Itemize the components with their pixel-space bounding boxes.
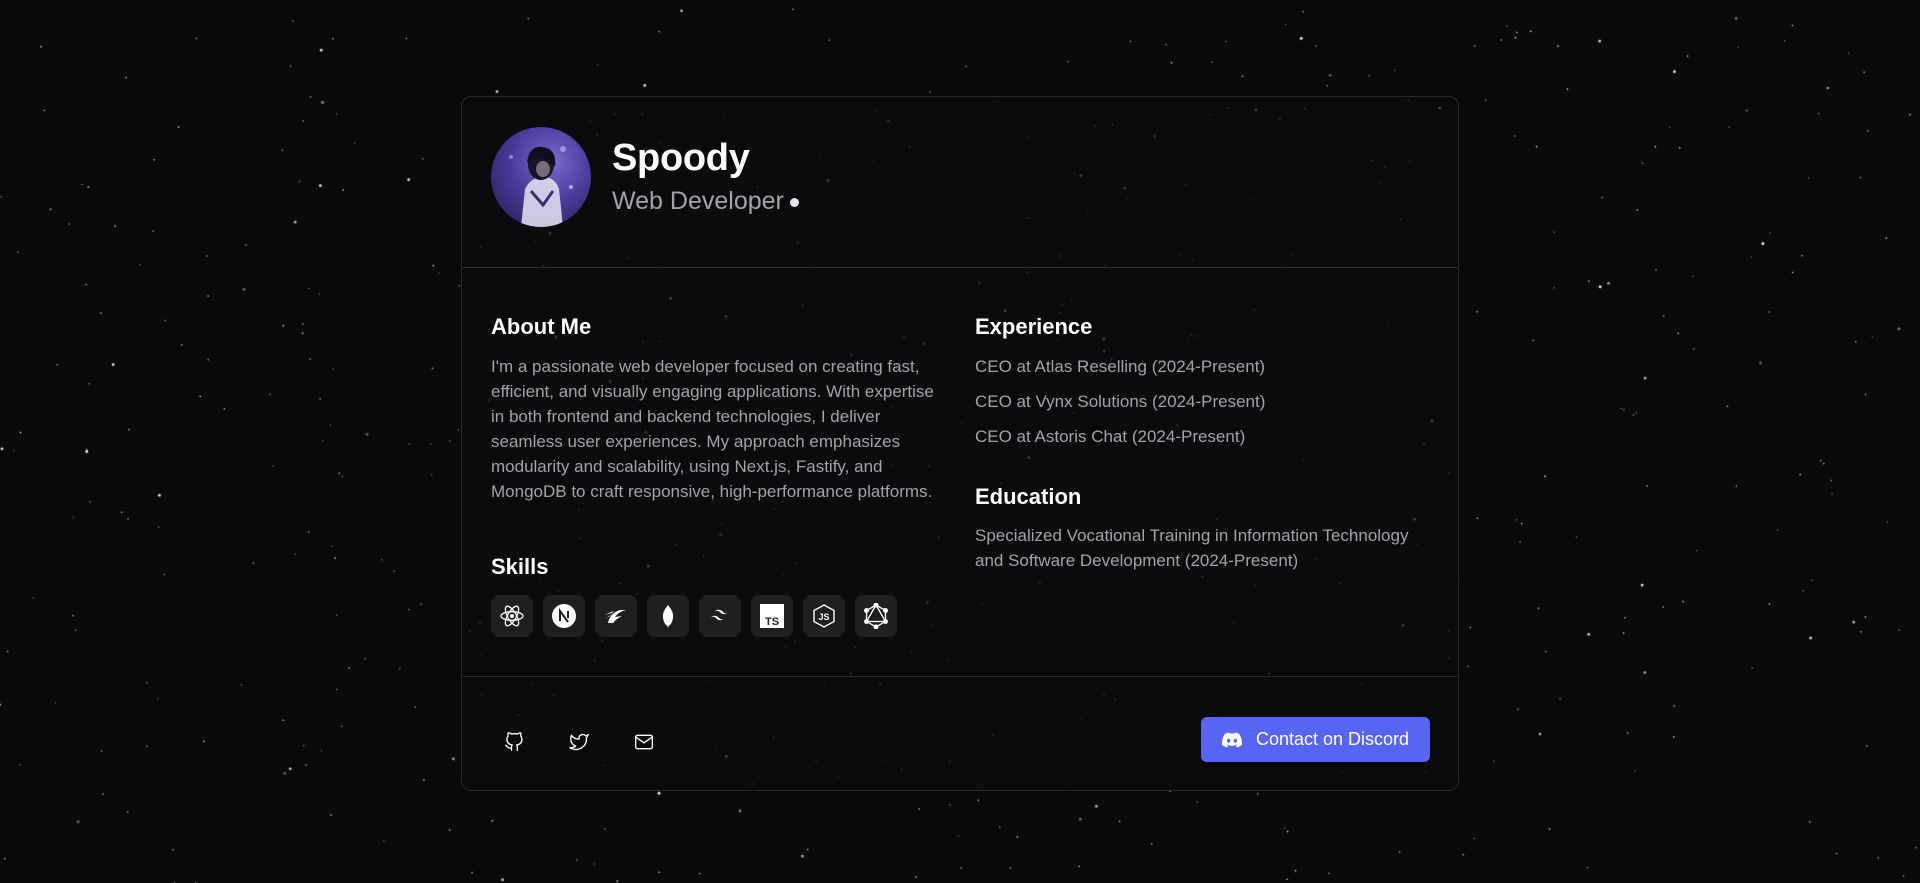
about-heading: About Me	[491, 314, 592, 339]
experience-item: CEO at Astoris Chat (2024-Present)	[975, 427, 1246, 446]
svg-text:TS: TS	[765, 616, 779, 628]
mongodb-icon[interactable]	[647, 595, 689, 637]
experience-heading: Experience	[975, 314, 1093, 339]
tailwind-icon[interactable]	[699, 595, 741, 637]
profile-name: Spoody	[612, 137, 750, 179]
email-link[interactable]	[627, 725, 661, 759]
prisma-icon[interactable]	[595, 595, 637, 637]
react-icon[interactable]	[491, 595, 533, 637]
skills-heading: Skills	[491, 554, 549, 579]
profile-header: Spoody Web Developer	[462, 97, 1458, 268]
profile-role-text: Web Developer	[612, 187, 784, 215]
github-link[interactable]	[497, 725, 531, 759]
footer-divider	[462, 676, 1458, 677]
contact-discord-button[interactable]: Contact on Discord	[1201, 717, 1430, 762]
nodejs-icon[interactable]: JS	[803, 595, 845, 637]
twitter-icon	[569, 733, 589, 751]
education-heading: Education	[975, 484, 1082, 509]
contact-discord-label: Contact on Discord	[1255, 729, 1410, 749]
profile-role: Web Developer	[612, 189, 799, 214]
profile-card: Spoody Web Developer About Me I'm a pass…	[461, 96, 1459, 791]
about-text: I'm a passionate web developer focused o…	[491, 357, 934, 501]
svg-text:JS: JS	[818, 612, 829, 622]
status-dot	[789, 198, 799, 207]
education-text: Specialized Vocational Training in Infor…	[975, 526, 1409, 570]
discord-icon	[1221, 732, 1242, 747]
nextjs-icon[interactable]	[543, 595, 585, 637]
typescript-icon[interactable]: TS	[751, 595, 793, 637]
github-icon	[505, 732, 523, 751]
experience-item: CEO at Vynx Solutions (2024-Present)	[975, 392, 1266, 411]
avatar	[491, 127, 591, 227]
skills-list: TS JS	[491, 595, 897, 637]
twitter-link[interactable]	[562, 725, 596, 759]
graphql-icon[interactable]	[855, 595, 897, 637]
mail-icon	[635, 734, 653, 750]
experience-item: CEO at Atlas Reselling (2024-Present)	[975, 357, 1266, 376]
